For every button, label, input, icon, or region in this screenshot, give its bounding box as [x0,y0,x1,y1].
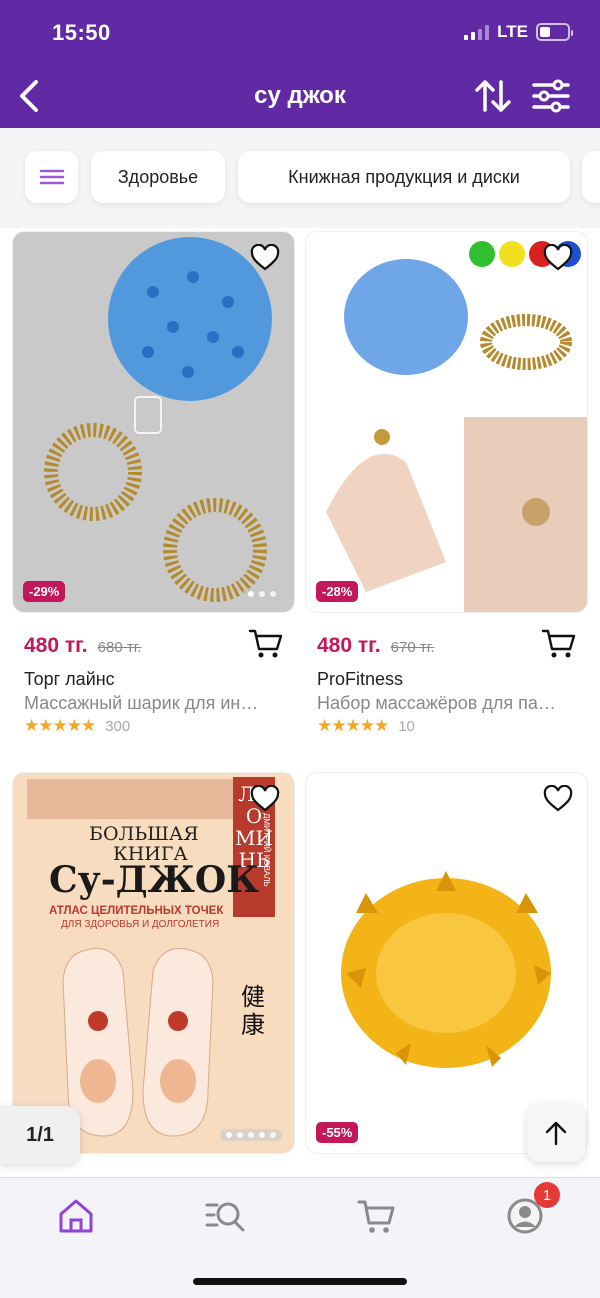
category-chip-more[interactable] [582,151,600,203]
favorite-heart-icon[interactable] [543,785,573,813]
product-photo [341,871,551,1068]
product-image[interactable]: -29% [12,231,295,613]
scroll-to-top-button[interactable] [527,1104,585,1162]
product-image[interactable]: ЛАО МИНЬ ДМИТРИЙ КОВАЛЬ БОЛЬШАЯ КНИГА Су… [12,772,295,1154]
product-description[interactable]: Массажный шарик для ин… [24,693,286,714]
product-brand[interactable]: ProFitness [317,669,403,690]
rating-row: ★★★★★ 300 [24,716,130,736]
category-menu-button[interactable] [25,151,78,203]
product-description[interactable]: Набор массажёров для па… [317,693,579,714]
home-icon[interactable] [56,1196,96,1236]
product-photo [44,237,272,602]
book-subtitle: АТЛАС ЦЕЛИТЕЛЬНЫХ ТОЧЕК [49,905,224,917]
favorite-heart-icon[interactable] [543,244,573,272]
favorite-heart-icon[interactable] [250,785,280,813]
rating-stars-icon: ★★★★★ [317,716,389,735]
book-title-line1: БОЛЬШАЯ [89,823,199,845]
price: 480 тг. [24,634,88,657]
category-chip-books[interactable]: Книжная продукция и диски [238,151,570,203]
price-row: 480 тг. 680 тг. [24,634,142,664]
add-to-cart-icon[interactable] [541,628,577,660]
filter-button[interactable] [530,78,572,114]
network-label: LTE [497,22,528,41]
discount-badge: -55% [316,1122,359,1143]
basket-icon[interactable] [356,1196,396,1236]
rating-row: ★★★★★ 10 [317,716,415,736]
old-price: 680 тг. [97,639,142,656]
arrow-up-icon [545,1121,567,1146]
book-hieroglyph: 健康 [241,983,265,1039]
sort-icon [475,80,511,112]
cart-count-badge: 1 [534,1182,560,1208]
book-subtitle-2: ДЛЯ ЗДОРОВЬЯ И ДОЛГОЛЕТИЯ [61,919,220,930]
book-coauthor: ДМИТРИЙ КОВАЛЬ [262,813,271,887]
price-row: 480 тг. 670 тг. [317,634,435,664]
menu-icon [39,169,64,185]
review-count: 300 [105,717,131,735]
status-time: 15:50 [52,20,111,45]
home-indicator [193,1278,407,1285]
discount-badge: -29% [23,581,66,602]
add-to-cart-icon[interactable] [248,628,284,660]
category-bar: Здоровье Книжная продукция и диски [0,128,600,228]
app-header: 15:50 LTE су джок [0,0,600,128]
status-indicators: LTE [464,22,573,42]
product-photo [306,241,587,612]
sort-button[interactable] [474,78,512,114]
page-indicator: 1/1 [0,1106,80,1164]
price: 480 тг. [317,634,381,657]
product-image[interactable]: -55% [305,772,588,1154]
book-title-main: Су-ДЖОК [49,859,259,901]
book-banner [27,779,255,819]
signal-icon [464,24,490,40]
category-chip-health[interactable]: Здоровье [91,151,225,203]
favorite-heart-icon[interactable] [250,244,280,272]
product-brand[interactable]: Торг лайнс [24,669,115,690]
image-pager-dots [220,1129,282,1141]
old-price: 670 тг. [390,639,435,656]
battery-icon [536,23,573,41]
search-list-icon[interactable] [205,1196,245,1236]
rating-stars-icon: ★★★★★ [24,716,96,735]
image-pager-dots [242,588,282,600]
filter-icon [532,79,570,113]
product-image[interactable]: -28% [305,231,588,613]
review-count: 10 [398,717,415,735]
discount-badge: -28% [316,581,359,602]
